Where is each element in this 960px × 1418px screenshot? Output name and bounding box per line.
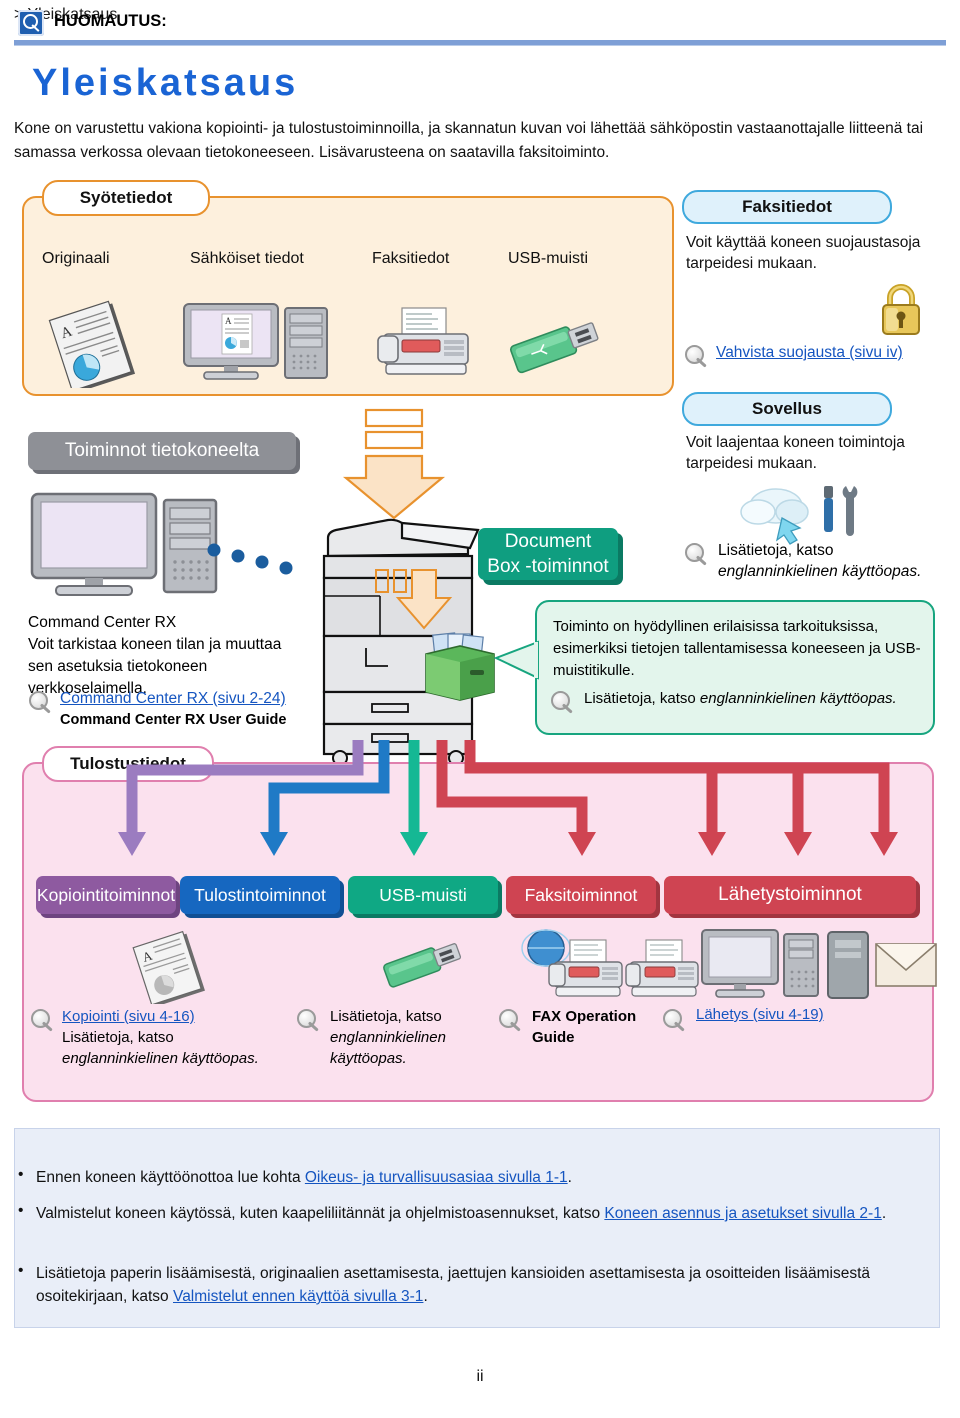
tab-copy-functions-label: Kopiointitoiminnot xyxy=(36,884,176,905)
callout-tail xyxy=(494,640,539,680)
tab-copy-functions[interactable]: Kopiointitoiminnot xyxy=(36,876,176,914)
magnifier-icon xyxy=(662,1008,688,1034)
output-routing-arrows xyxy=(118,740,898,856)
magnifier-icon xyxy=(550,690,576,716)
command-center-link-wrap[interactable]: Command Center RX (sivu 2-24) xyxy=(60,690,286,708)
fax-reference: FAX Operation Guide xyxy=(532,1008,637,1046)
fax-security-link[interactable]: Vahvista suojausta (sivu iv) xyxy=(716,344,903,361)
note-item-3-post: . xyxy=(423,1288,428,1305)
application-text: Voit laajentaa koneen toimintoja tarpeid… xyxy=(686,434,905,472)
application-pill: Sovellus xyxy=(682,392,892,426)
copy-reference: Kopiointi (sivu 4-16) Lisätietoja, katso… xyxy=(62,1006,277,1069)
input-data-pill: Syötetiedot xyxy=(42,180,210,216)
page-number: ii xyxy=(476,1368,484,1385)
input-label-usb: USB-muisti xyxy=(508,250,589,267)
document-box-icon xyxy=(425,632,495,701)
note-item-2: Valmistelut koneen käytössä, kuten kaape… xyxy=(36,1202,932,1225)
page-root: > Yleiskatsaus Yleiskatsaus Kone on varu… xyxy=(0,0,960,1418)
note-item-2-post: . xyxy=(881,1205,887,1222)
input-label-fax: Faksitiedot xyxy=(372,250,450,267)
header-rule-thin xyxy=(14,45,946,46)
tab-usb-memory[interactable]: USB-muisti xyxy=(348,876,498,914)
document-box-ref-italic: englanninkielinen käyttöopas. xyxy=(699,690,897,707)
document-box-callout: Toiminto on hyödyllinen erilaisissa tark… xyxy=(535,600,935,735)
document-box-callout-text: Toiminto on hyödyllinen erilaisissa tark… xyxy=(553,618,921,679)
tab-fax-functions[interactable]: Faksitoiminnot xyxy=(506,876,656,914)
input-label-electronic: Sähköiset tiedot xyxy=(190,250,304,267)
magnifier-icon xyxy=(30,1008,56,1034)
note-item-2-pre: Valmistelut koneen käytössä, kuten kaape… xyxy=(36,1205,605,1222)
document-box-slab-line1: Document xyxy=(504,531,592,552)
tab-send-functions-label: Lähetystoiminnot xyxy=(718,884,862,905)
magnifier-icon xyxy=(296,1008,322,1034)
copy-output-icon: A xyxy=(132,930,205,1004)
note-item-3-pre: Lisätietoja paperin lisäämisestä, origin… xyxy=(36,1265,871,1305)
usb-output-icon xyxy=(383,943,462,988)
note-item-3: Lisätietoja paperin lisäämisestä, origin… xyxy=(36,1262,932,1308)
tab-fax-functions-label: Faksitoiminnot xyxy=(524,884,638,905)
tab-print-functions-label: Tulostintoiminnot xyxy=(194,884,326,905)
tab-print-functions[interactable]: Tulostintoiminnot xyxy=(180,876,340,914)
command-center-link[interactable]: Command Center RX (sivu 2-24) xyxy=(60,690,286,707)
command-center-heading: Command Center RX xyxy=(28,614,177,631)
network-dots xyxy=(207,543,293,575)
desktop-computer-icon xyxy=(30,492,218,596)
document-box-slab-line2: Box -toiminnot xyxy=(487,556,609,577)
copy-reference-link[interactable]: Kopiointi (sivu 4-16) xyxy=(62,1008,195,1025)
input-flow-arrow xyxy=(342,408,446,520)
send-reference-link[interactable]: Lähetys (sivu 4-19) xyxy=(696,1006,824,1023)
internal-flow-arrow xyxy=(375,569,453,630)
magnifier-icon xyxy=(498,1008,524,1034)
padlock-icon xyxy=(882,284,920,335)
application-ref-italic: englanninkielinen käyttöopas. xyxy=(718,563,922,580)
send-reference[interactable]: Lähetys (sivu 4-19) xyxy=(696,1006,824,1023)
command-center-guide: Command Center RX User Guide xyxy=(60,712,287,728)
command-center-block: Command Center RX Voit tarkistaa koneen … xyxy=(28,612,308,700)
magnifier-icon xyxy=(28,690,54,716)
input-label-original: Originaali xyxy=(42,250,110,267)
magnifier-icon xyxy=(684,344,710,370)
document-icon: A xyxy=(48,300,136,388)
note-title: HUOMAUTUS: xyxy=(54,12,167,30)
copy-reference-italic: englanninkielinen käyttöopas. xyxy=(62,1050,259,1067)
page-title: Yleiskatsaus xyxy=(32,62,299,104)
cloud-tools-icon xyxy=(740,486,858,545)
fax-icon xyxy=(377,307,469,375)
command-center-body: Voit tarkistaa koneen tilan ja muuttaa s… xyxy=(28,636,282,697)
fax-info-pill: Faksitiedot xyxy=(682,190,892,224)
magnifier-icon xyxy=(684,542,710,568)
note-item-1-pre: Ennen koneen käyttöönottoa lue kohta xyxy=(36,1169,305,1186)
intro-paragraph: Kone on varustettu vakiona kopiointi- ja… xyxy=(14,120,924,161)
note-bullet: • xyxy=(18,1262,24,1279)
computer-icon: A xyxy=(183,303,328,380)
usb-reference: Lisätietoja, katso englanninkielinen käy… xyxy=(330,1006,470,1069)
fax-security-link-wrap[interactable]: Vahvista suojausta (sivu iv) xyxy=(716,344,903,362)
document-box-slab: Document Box -toiminnot xyxy=(478,528,618,580)
document-box-reference: Lisätietoja, katso englanninkielinen käy… xyxy=(584,690,897,707)
application-reference: Lisätietoja, katso englanninkielinen käy… xyxy=(718,540,958,582)
note-bullet: • xyxy=(18,1166,24,1183)
usb-reference-plain: Lisätietoja, katso xyxy=(330,1008,442,1025)
tab-send-functions[interactable]: Lähetystoiminnot xyxy=(664,876,916,914)
note-item-1-link[interactable]: Oikeus- ja turvallisuusasiaa sivulla 1-1 xyxy=(305,1169,568,1186)
note-item-1: Ennen koneen käyttöönottoa lue kohta Oik… xyxy=(36,1166,926,1189)
note-magnifier-icon xyxy=(18,10,44,36)
tab-usb-memory-label: USB-muisti xyxy=(379,884,467,905)
usb-reference-italic: englanninkielinen käyttöopas. xyxy=(330,1029,446,1067)
svg-text:A: A xyxy=(225,316,232,326)
application-ref-prefix: Lisätietoja, katso xyxy=(718,542,834,559)
note-bullet: • xyxy=(18,1202,24,1219)
pc-functions-slab: Toiminnot tietokoneelta xyxy=(28,432,296,470)
send-output-icon xyxy=(701,929,937,999)
note-item-2-link[interactable]: Koneen asennus ja asetukset sivulla 2-1 xyxy=(604,1205,881,1222)
copy-reference-plain: Lisätietoja, katso xyxy=(62,1029,174,1046)
fax-info-text: Voit käyttää koneen suojaustasoja tarpei… xyxy=(686,234,921,272)
fax-output-icon xyxy=(521,929,699,997)
usb-drive-icon xyxy=(510,322,599,374)
note-item-3-link[interactable]: Valmistelut ennen käyttöä sivulla 3-1 xyxy=(173,1288,423,1305)
document-box-ref-prefix: Lisätietoja, katso xyxy=(584,690,700,707)
note-item-1-post: . xyxy=(567,1169,572,1186)
